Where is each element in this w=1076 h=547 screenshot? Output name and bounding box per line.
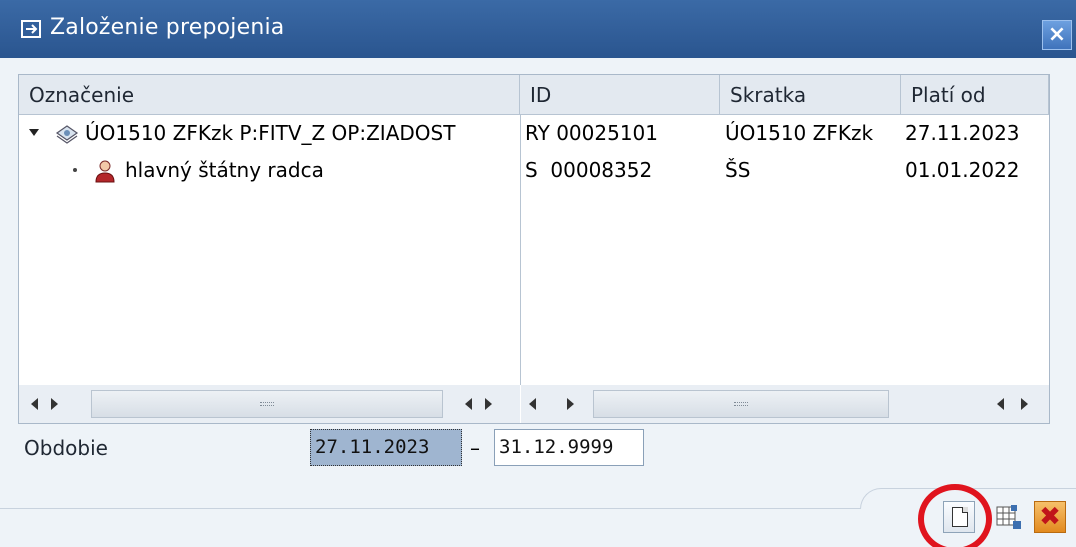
title-bar: Založenie prepojenia ×: [0, 0, 1076, 58]
column-header-id[interactable]: ID: [520, 75, 720, 115]
scroll-right-icon[interactable]: [567, 398, 574, 410]
scroll-left-icon[interactable]: [997, 398, 1004, 410]
table-row[interactable]: hlavný štátny radca S 00008352 ŠS 01.01.…: [19, 152, 1049, 189]
cell-id: S 00008352: [525, 158, 653, 182]
tree-table: Označenie ID Skratka Platí od ÚO1510 ZFK…: [18, 74, 1050, 424]
cell-id: RY 00025101: [525, 121, 658, 145]
footer-divider: [0, 508, 860, 509]
period-separator: –: [470, 436, 480, 460]
table-settings-icon: [996, 505, 1021, 529]
date-to-input[interactable]: 31.12.9999: [494, 429, 644, 466]
link-dialog-icon: [21, 20, 41, 38]
cell-oznacenie: hlavný štátny radca: [125, 158, 324, 182]
settings-button[interactable]: [994, 501, 1024, 533]
cell-plati-od: 27.11.2023: [905, 121, 1020, 145]
column-header-oznacenie[interactable]: Označenie: [19, 75, 520, 115]
expand-arrow-icon[interactable]: [29, 129, 39, 136]
scrollbar-thumb[interactable]: [91, 390, 443, 418]
person-icon: [95, 160, 115, 183]
highlight-circle-annotation: [918, 484, 992, 547]
tree-leaf-bullet-icon: [73, 168, 77, 172]
date-from-input[interactable]: 27.11.2023: [310, 429, 462, 466]
horizontal-scrollbar-right[interactable]: [521, 385, 1049, 423]
scroll-right-icon[interactable]: [485, 398, 492, 410]
cell-skratka: ÚO1510 ZFKzk: [725, 121, 874, 145]
period-label: Obdobie: [24, 436, 108, 460]
cell-skratka: ŠS: [725, 158, 751, 182]
cell-plati-od: 01.01.2022: [905, 158, 1020, 182]
scrollbar-thumb[interactable]: [593, 390, 889, 418]
scroll-left-icon[interactable]: [529, 398, 536, 410]
scroll-left-icon[interactable]: [465, 398, 472, 410]
table-row[interactable]: ÚO1510 ZFKzk P:FITV_Z OP:ZIADOST RY 0002…: [19, 115, 1049, 152]
org-unit-icon: [55, 125, 79, 144]
horizontal-scrollbar-left[interactable]: [19, 385, 520, 423]
dialog-window: Založenie prepojenia × Označenie ID Skra…: [0, 0, 1076, 547]
column-header-skratka[interactable]: Skratka: [720, 75, 901, 115]
scroll-left-icon[interactable]: [31, 398, 38, 410]
grip-icon: [734, 402, 748, 406]
column-header-plati-od[interactable]: Platí od: [901, 75, 1049, 115]
grip-icon: [260, 402, 274, 406]
dialog-title: Založenie prepojenia: [50, 15, 285, 40]
scroll-right-icon[interactable]: [1021, 398, 1028, 410]
scroll-right-icon[interactable]: [51, 398, 58, 410]
cancel-button[interactable]: ✖: [1034, 501, 1066, 533]
close-button[interactable]: ×: [1042, 20, 1072, 50]
cell-oznacenie: ÚO1510 ZFKzk P:FITV_Z OP:ZIADOST: [85, 121, 456, 145]
